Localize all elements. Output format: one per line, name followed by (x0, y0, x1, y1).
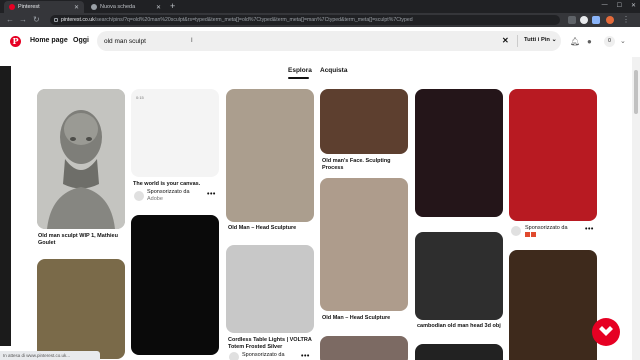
nav-home[interactable]: Home page (30, 37, 68, 44)
close-icon[interactable]: ✕ (74, 4, 79, 11)
more-options-icon[interactable]: ••• (585, 226, 594, 233)
search-bar[interactable]: I ✕ Tutti i Pin ⌄ (97, 31, 561, 51)
reload-icon[interactable]: ↻ (33, 15, 40, 25)
tab-label: Pinterest (18, 4, 40, 10)
search-input[interactable] (104, 36, 504, 46)
old-man-bust-image (37, 89, 125, 229)
tab-pinterest[interactable]: Pinterest ✕ (4, 1, 84, 13)
pinterest-logo-icon[interactable]: P (10, 36, 21, 47)
minimize-icon[interactable]: — (602, 2, 608, 9)
tab-shop[interactable]: Acquista (320, 67, 347, 74)
sponsored-label[interactable]: Sponsorizzato da (242, 352, 285, 359)
url-text: pinterest.co.uk/search/pins/?q=old%20man… (61, 17, 413, 23)
more-options-icon[interactable]: ••• (207, 191, 216, 198)
feedback-button[interactable] (592, 318, 620, 346)
ribbon-logo-icon (599, 326, 613, 336)
tab-new[interactable]: Nuova scheda ✕ (86, 1, 166, 13)
window-controls: — ☐ ✕ (602, 2, 636, 9)
text-cursor-icon: I (191, 38, 193, 44)
new-tab-plus-icon[interactable]: + (170, 1, 175, 12)
pin-image[interactable] (131, 215, 219, 355)
sponsored-text: Sponsorizzato da (525, 225, 568, 231)
window-close-icon[interactable]: ✕ (631, 2, 636, 9)
browser-toolbar: ← → ↻ pinterest.co.uk/search/pins/?q=old… (0, 13, 640, 27)
maximize-icon[interactable]: ☐ (617, 2, 622, 9)
pin-title[interactable]: The world is your canvas. (133, 181, 221, 188)
avatar[interactable] (134, 191, 144, 201)
lock-icon (54, 18, 58, 22)
profile-avatar[interactable] (606, 16, 614, 24)
chevron-down-icon: ⌄ (551, 37, 557, 43)
video-duration: 0:15 (136, 95, 144, 100)
side-panel-edge (0, 66, 11, 346)
pin-image[interactable] (320, 178, 408, 311)
kebab-menu-icon[interactable]: ⋮ (622, 15, 630, 25)
pin-image[interactable] (320, 89, 408, 154)
pin-filter-dropdown[interactable]: Tutti i Pin ⌄ (524, 37, 556, 43)
browser-tab-strip: Pinterest ✕ Nuova scheda ✕ + — ☐ ✕ (0, 0, 640, 13)
pin-image[interactable] (131, 89, 219, 177)
pin-image[interactable] (415, 89, 503, 217)
avatar[interactable] (511, 226, 521, 236)
tab-explore[interactable]: Esplora (288, 67, 312, 74)
address-bar[interactable]: pinterest.co.uk/search/pins/?q=old%20man… (50, 15, 560, 25)
pin-image[interactable] (226, 245, 314, 333)
profile-badge[interactable]: 0 (604, 36, 615, 47)
close-icon[interactable]: ✕ (156, 4, 161, 11)
sponsored-text: Sponsorizzato da (242, 352, 285, 358)
pin-title[interactable]: Old man's Face. Sculpting Process (322, 158, 410, 172)
pin-title[interactable]: Old man sculpt WIP 1, Mathieu Goulet (38, 233, 126, 247)
globe-icon (91, 4, 97, 10)
extension-icon[interactable] (580, 16, 588, 24)
pin-title[interactable]: cambodian old man head 3d obj (417, 323, 505, 330)
pin-image[interactable] (509, 89, 597, 221)
puzzle-icon[interactable] (592, 16, 600, 24)
sponsor-name: Adobe (147, 195, 163, 202)
pin-image[interactable] (37, 259, 125, 359)
divider (517, 35, 518, 47)
url-host: pinterest.co.uk (61, 17, 95, 23)
bell-icon[interactable]: 🔔︎ (570, 37, 580, 46)
extension-icon[interactable] (568, 16, 576, 24)
forward-arrow-icon[interactable]: → (19, 15, 27, 25)
chat-icon[interactable]: ● (587, 37, 592, 46)
pin-title[interactable]: Old Man – Head Sculpture (228, 225, 316, 232)
sponsor-logo-icon (525, 231, 568, 239)
back-arrow-icon[interactable]: ← (6, 15, 14, 25)
clear-search-icon[interactable]: ✕ (502, 36, 509, 45)
filter-label: Tutti i Pin (524, 37, 550, 43)
pin-title[interactable]: Old Man – Head Sculpture (322, 315, 410, 322)
scrollbar-thumb[interactable] (634, 70, 638, 114)
status-bar: In attesa di www.pinterest.co.uk... (0, 351, 100, 360)
pin-image[interactable] (415, 344, 503, 360)
tab-label: Nuova scheda (100, 4, 136, 10)
avatar[interactable] (229, 352, 239, 360)
chevron-down-icon[interactable]: ⌄ (620, 37, 626, 46)
pin-image[interactable] (37, 89, 125, 229)
pin-image[interactable] (509, 250, 597, 360)
sponsored-text: Sponsorizzato da (147, 189, 190, 195)
active-tab-indicator (288, 77, 309, 79)
nav-today[interactable]: Oggi (73, 37, 89, 44)
pinterest-favicon-icon (9, 4, 15, 10)
pin-image[interactable] (320, 336, 408, 360)
pin-title[interactable]: Cordless Table Lights | VOLTRA Totem Fro… (228, 337, 316, 351)
pin-image[interactable] (415, 232, 503, 320)
pin-image[interactable] (226, 89, 314, 222)
sponsored-label[interactable]: Sponsorizzato da Adobe (147, 189, 190, 202)
sponsored-label[interactable]: Sponsorizzato da (525, 225, 568, 238)
url-path: /search/pins/?q=old%20man%20sculpt&rs=ty… (94, 17, 413, 23)
more-options-icon[interactable]: ••• (301, 353, 310, 360)
